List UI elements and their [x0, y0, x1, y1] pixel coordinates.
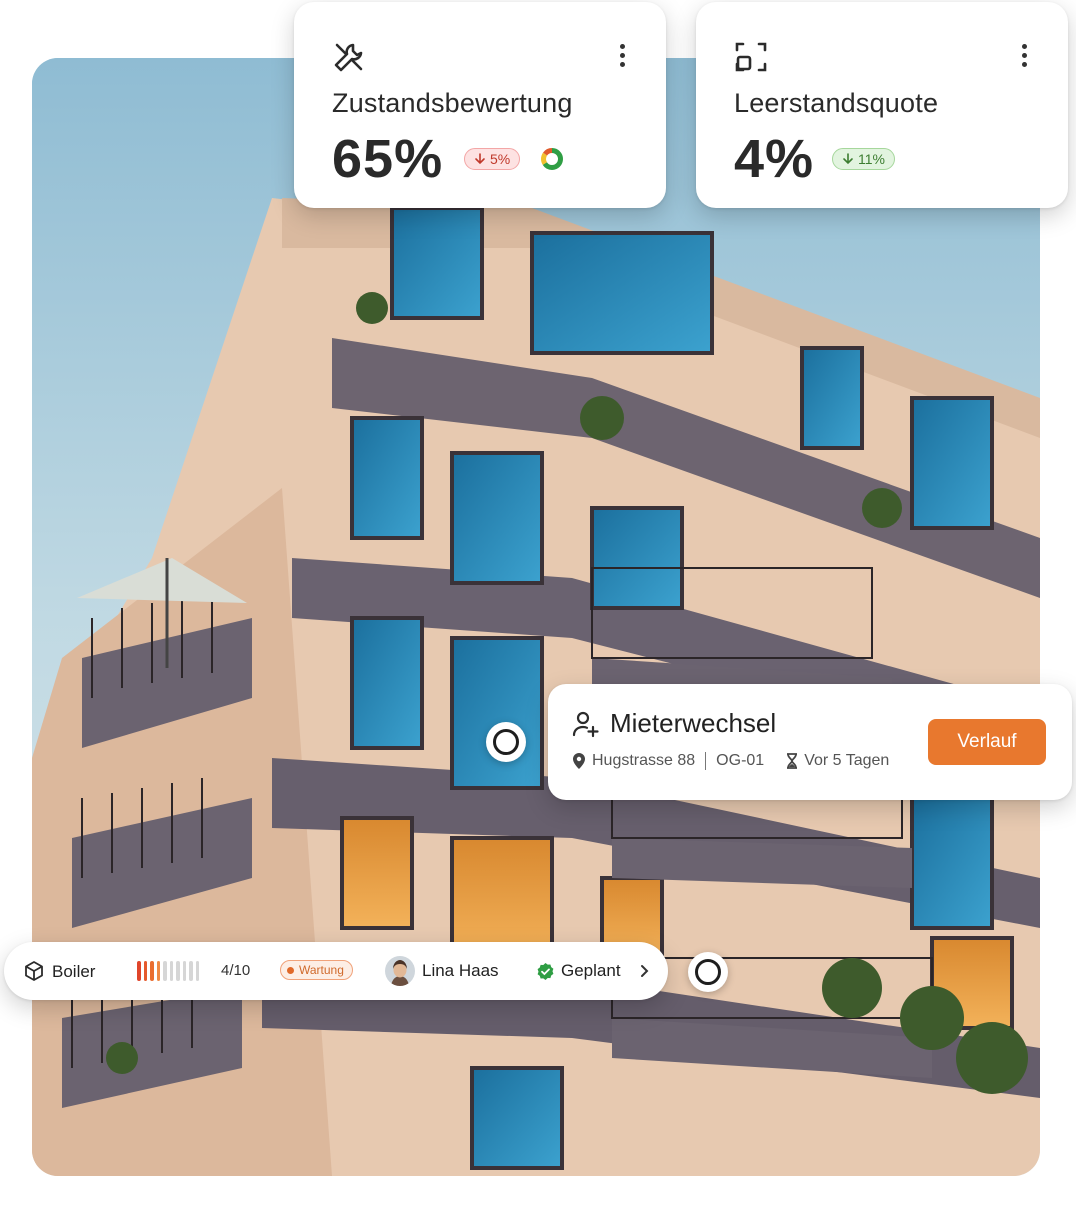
location-marker[interactable]: [486, 722, 526, 762]
event-unit: OG-01: [716, 752, 765, 769]
maintenance-tag: Wartung: [280, 960, 353, 980]
more-menu-icon[interactable]: [620, 44, 626, 70]
history-button[interactable]: Verlauf: [928, 719, 1046, 765]
arrow-down-icon: [843, 153, 853, 165]
kpi-card-vacancy: Leerstandsquote 4% 11%: [696, 2, 1068, 208]
score-bar: [169, 961, 173, 981]
building-photo: [32, 58, 1040, 1176]
event-card: Mieterwechsel Hugstrasse 88 OG-01 Vor 5 …: [548, 684, 1072, 800]
delta-badge: 11%: [832, 148, 895, 170]
event-title: Mieterwechsel: [610, 708, 777, 738]
event-meta: Hugstrasse 88 OG-01 Vor 5 Tagen: [572, 752, 889, 770]
delta-badge: 5%: [464, 148, 521, 170]
event-address: Hugstrasse 88: [592, 752, 696, 769]
score-bar: [137, 961, 141, 981]
score-bar: [195, 961, 199, 981]
assignee-name: Lina Haas: [422, 961, 499, 980]
task-card[interactable]: Boiler 4/10 Wartung Lina Haas Geplant: [4, 942, 668, 1000]
score-bar: [163, 961, 167, 981]
event-time: Vor 5 Tagen: [804, 752, 890, 769]
arrow-down-icon: [475, 153, 485, 165]
kpi-label: Leerstandsquote: [734, 88, 939, 118]
score-bar: [143, 961, 147, 981]
status-dot-icon: [287, 966, 294, 974]
score-bar: [150, 961, 154, 981]
donut-chart-icon: [541, 148, 563, 170]
person-add-icon: [572, 711, 599, 738]
kpi-value: 65%: [332, 129, 444, 189]
score-bars: [137, 961, 199, 981]
location-pin-icon: [573, 753, 585, 769]
score-bar: [156, 961, 160, 981]
task-score: 4/10: [221, 962, 251, 979]
kpi-card-condition: Zustandsbewertung 65% 5%: [294, 2, 666, 208]
check-badge-icon: [537, 963, 554, 980]
score-bar: [189, 961, 193, 981]
task-name: Boiler: [52, 962, 96, 981]
more-menu-icon[interactable]: [1022, 44, 1028, 70]
score-bar: [176, 961, 180, 981]
chevron-right-icon[interactable]: [638, 964, 650, 978]
cube-icon: [25, 961, 43, 981]
kpi-value: 4%: [734, 129, 815, 189]
location-marker[interactable]: [688, 952, 728, 992]
hourglass-icon: [787, 753, 798, 769]
score-bar: [182, 961, 186, 981]
avatar[interactable]: [385, 956, 415, 986]
task-status: Geplant: [561, 961, 621, 980]
tools-icon: [334, 43, 363, 72]
vacancy-icon: [735, 42, 767, 72]
kpi-label: Zustandsbewertung: [332, 88, 573, 118]
divider: [705, 752, 707, 770]
